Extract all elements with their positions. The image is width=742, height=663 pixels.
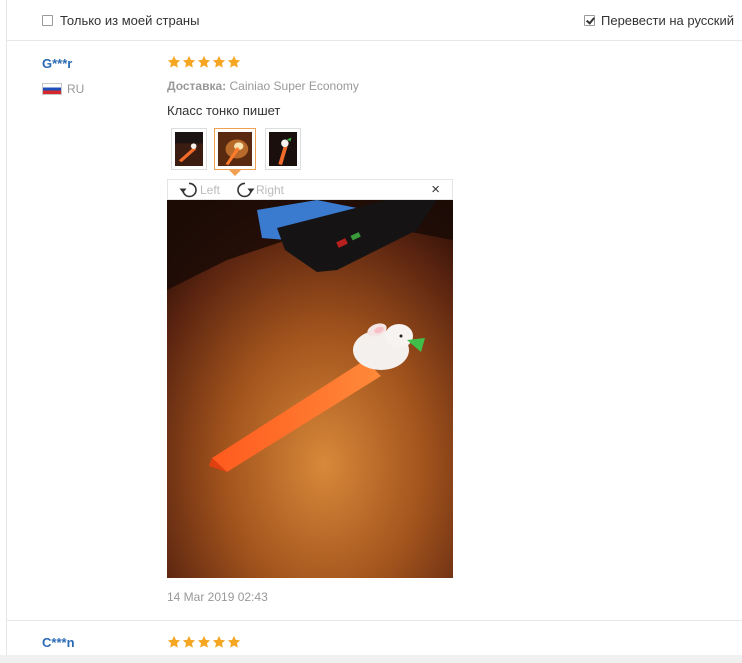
own-country-label[interactable]: Только из моей страны bbox=[60, 13, 199, 28]
rotate-left-button[interactable]: Left bbox=[178, 180, 220, 200]
rotate-right-icon bbox=[237, 182, 255, 198]
star-icon bbox=[212, 635, 226, 648]
review-date: 14 Mar 2019 02:43 bbox=[167, 590, 268, 604]
translate-checkbox[interactable] bbox=[584, 15, 595, 26]
delivery-info: Доставка: Cainiao Super Economy bbox=[167, 79, 359, 93]
rotate-right-button[interactable]: Right bbox=[234, 180, 284, 200]
thumbnail-image bbox=[269, 132, 297, 166]
review-photo-enlarged[interactable] bbox=[167, 200, 453, 578]
close-viewer-button[interactable]: × bbox=[431, 182, 440, 198]
star-icon bbox=[167, 635, 181, 648]
star-rating bbox=[167, 635, 241, 649]
star-icon bbox=[182, 55, 196, 68]
review-country: RU bbox=[67, 82, 85, 96]
rotate-right-label: Right bbox=[256, 183, 285, 197]
rotate-left-label: Left bbox=[200, 183, 221, 197]
content-left-border bbox=[6, 0, 7, 655]
star-icon bbox=[227, 635, 241, 648]
delivery-value: Cainiao Super Economy bbox=[229, 79, 359, 93]
review-thumbnail-active[interactable] bbox=[214, 128, 256, 170]
own-country-checkbox[interactable] bbox=[42, 15, 53, 26]
review-separator bbox=[7, 620, 742, 621]
delivery-label: Доставка: bbox=[167, 79, 227, 93]
filter-bar: Только из моей страны Перевести на русск… bbox=[6, 0, 742, 41]
thumbnail-image bbox=[175, 132, 203, 166]
star-icon bbox=[197, 55, 211, 68]
star-icon bbox=[167, 55, 181, 68]
review-photo-image bbox=[167, 200, 453, 578]
rotate-left-icon bbox=[179, 182, 197, 198]
thumbnail-image bbox=[218, 132, 252, 166]
star-icon bbox=[197, 635, 211, 648]
review-author[interactable]: G***r bbox=[42, 56, 72, 71]
star-icon bbox=[182, 635, 196, 648]
star-rating bbox=[167, 55, 241, 69]
review-thumbnail[interactable] bbox=[265, 128, 301, 170]
image-viewer-toolbar: Left Right × bbox=[167, 179, 453, 200]
page-bottom-strip bbox=[0, 655, 742, 663]
translate-label[interactable]: Перевести на русский bbox=[601, 13, 734, 28]
review-author[interactable]: C***n bbox=[42, 635, 75, 650]
active-thumbnail-pointer bbox=[229, 170, 241, 176]
review-text: Класс тонко пишет bbox=[167, 103, 281, 118]
star-icon bbox=[212, 55, 226, 68]
russia-flag-icon bbox=[42, 83, 62, 95]
review-thumbnail[interactable] bbox=[171, 128, 207, 170]
star-icon bbox=[227, 55, 241, 68]
